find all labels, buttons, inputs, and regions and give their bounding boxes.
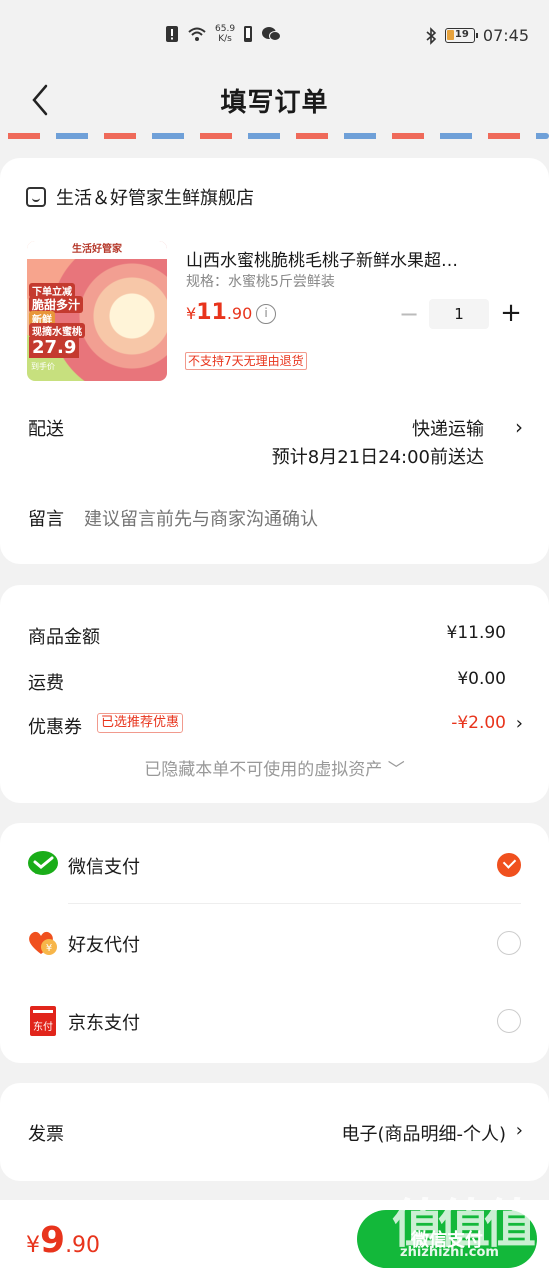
store-name: 生活＆好管家生鲜旗舰店 — [56, 188, 254, 209]
status-icons-right: 19 07:45 — [425, 26, 529, 45]
chevron-right-icon[interactable]: › — [515, 415, 523, 439]
product-image-price-sub: 到手价 — [31, 362, 55, 371]
quantity-field[interactable]: 1 — [429, 299, 489, 329]
total-currency: ¥ — [26, 1233, 40, 1258]
invoice-card[interactable]: 发票 电子(商品明细-个人) › — [0, 1083, 549, 1181]
jd-pay-icon: 东付 — [30, 1006, 56, 1036]
radio-unselected-icon[interactable] — [497, 1009, 521, 1033]
payment-option-wechat[interactable]: 微信支付 — [0, 825, 549, 904]
total-integer: 9 — [40, 1220, 66, 1261]
product-image-brand: 生活好管家 — [27, 241, 167, 259]
info-icon[interactable]: i — [256, 304, 276, 324]
net-speed-unit: K/s — [218, 34, 232, 44]
increase-quantity-button[interactable]: + — [498, 299, 524, 329]
checkout-bar: ¥9.90 微信支付 — [0, 1200, 549, 1278]
coupon-label: 优惠券 — [28, 717, 82, 738]
invoice-label: 发票 — [28, 1124, 64, 1145]
product-image-price: 27.9 — [29, 337, 80, 358]
chevron-right-icon[interactable]: › — [516, 713, 523, 734]
payment-option-label: 京东支付 — [68, 1013, 140, 1034]
goods-amount-value: ¥11.90 — [446, 623, 506, 643]
total-decimal: .90 — [65, 1233, 101, 1258]
payment-option-label: 微信支付 — [68, 857, 140, 878]
goods-amount-label: 商品金额 — [28, 627, 100, 648]
decrease-quantity-button[interactable]: − — [398, 302, 420, 327]
net-speed-value: 65.9 — [215, 24, 236, 34]
coupon-tag: 已选推荐优惠 — [97, 713, 184, 733]
product-spec: 规格：水蜜桃5斤尝鲜装 — [186, 274, 335, 290]
status-icons-left: 65.9 K/s — [165, 24, 282, 44]
order-item-card: 生活＆好管家生鲜旗舰店 生活好管家 下单立减 脆甜多汁 新鲜 现摘水蜜桃 27.… — [0, 158, 549, 564]
payment-option-label: 好友代付 — [68, 935, 140, 956]
radio-selected-icon[interactable] — [497, 853, 521, 877]
wifi-icon — [188, 27, 206, 41]
payment-method-card: 微信支付 ¥ 好友代付 东付 京东支付 — [0, 823, 549, 1063]
shipping-fee-value: ¥0.00 — [457, 669, 506, 689]
payment-option-friend[interactable]: ¥ 好友代付 — [0, 903, 549, 981]
coupon-value[interactable]: -¥2.00 — [451, 713, 506, 733]
invoice-value[interactable]: 电子(商品明细-个人) — [341, 1120, 506, 1146]
phone-icon — [244, 26, 253, 42]
total-price: ¥9.90 — [26, 1220, 100, 1261]
wechat-notification-icon — [262, 27, 282, 41]
battery-icon: 19 — [444, 28, 478, 43]
product-name[interactable]: 山西水蜜桃脆桃毛桃子新鲜水果超… — [186, 246, 516, 271]
product-price: ¥11.90 — [186, 300, 252, 325]
page-title: 填写订单 — [220, 88, 329, 118]
svg-text:¥: ¥ — [46, 943, 52, 954]
radio-unselected-icon[interactable] — [497, 931, 521, 955]
clock: 07:45 — [482, 26, 529, 45]
pay-button[interactable]: 微信支付 — [357, 1210, 537, 1268]
wechat-pay-icon — [28, 851, 58, 875]
product-image[interactable]: 生活好管家 下单立减 脆甜多汁 新鲜 现摘水蜜桃 27.9 到手价 — [27, 241, 167, 381]
return-policy-badge: 不支持7天无理由退货 — [185, 352, 307, 370]
store-header[interactable]: 生活＆好管家生鲜旗舰店 — [26, 184, 254, 210]
price-summary-card: 商品金额 ¥11.90 运费 ¥0.00 优惠券 已选推荐优惠 -¥2.00 ›… — [0, 585, 549, 803]
payment-option-jd[interactable]: 东付 京东支付 — [0, 981, 549, 1059]
delivery-method[interactable]: 快递运输 — [412, 415, 484, 441]
remark-input[interactable] — [84, 504, 514, 534]
price-currency: ¥ — [186, 304, 197, 323]
jd-pay-icon-text: 东付 — [33, 1020, 53, 1033]
alert-icon — [166, 26, 178, 42]
friend-pay-icon: ¥ — [29, 931, 57, 955]
battery-level: 19 — [454, 29, 469, 40]
price-integer: 11 — [196, 300, 227, 325]
net-speed: 65.9 K/s — [215, 24, 235, 44]
bluetooth-icon — [426, 26, 437, 45]
price-decimal: .90 — [226, 304, 253, 323]
hidden-assets-toggle[interactable]: 已隐藏本单不可使用的虚拟资产 ﹀ — [0, 755, 549, 780]
delivery-eta: 预计8月21日24:00前送达 — [271, 447, 484, 468]
page-header: 填写订单 — [0, 70, 549, 130]
product-image-tag: 现摘水蜜桃 — [29, 323, 85, 338]
chevron-right-icon[interactable]: › — [516, 1120, 523, 1141]
store-icon — [26, 187, 46, 207]
delivery-label: 配送 — [28, 419, 64, 440]
shipping-fee-label: 运费 — [28, 673, 64, 694]
status-bar: 65.9 K/s 19 07:45 — [0, 0, 549, 70]
remark-label: 留言 — [28, 509, 64, 530]
airmail-stripe-divider — [0, 133, 549, 139]
